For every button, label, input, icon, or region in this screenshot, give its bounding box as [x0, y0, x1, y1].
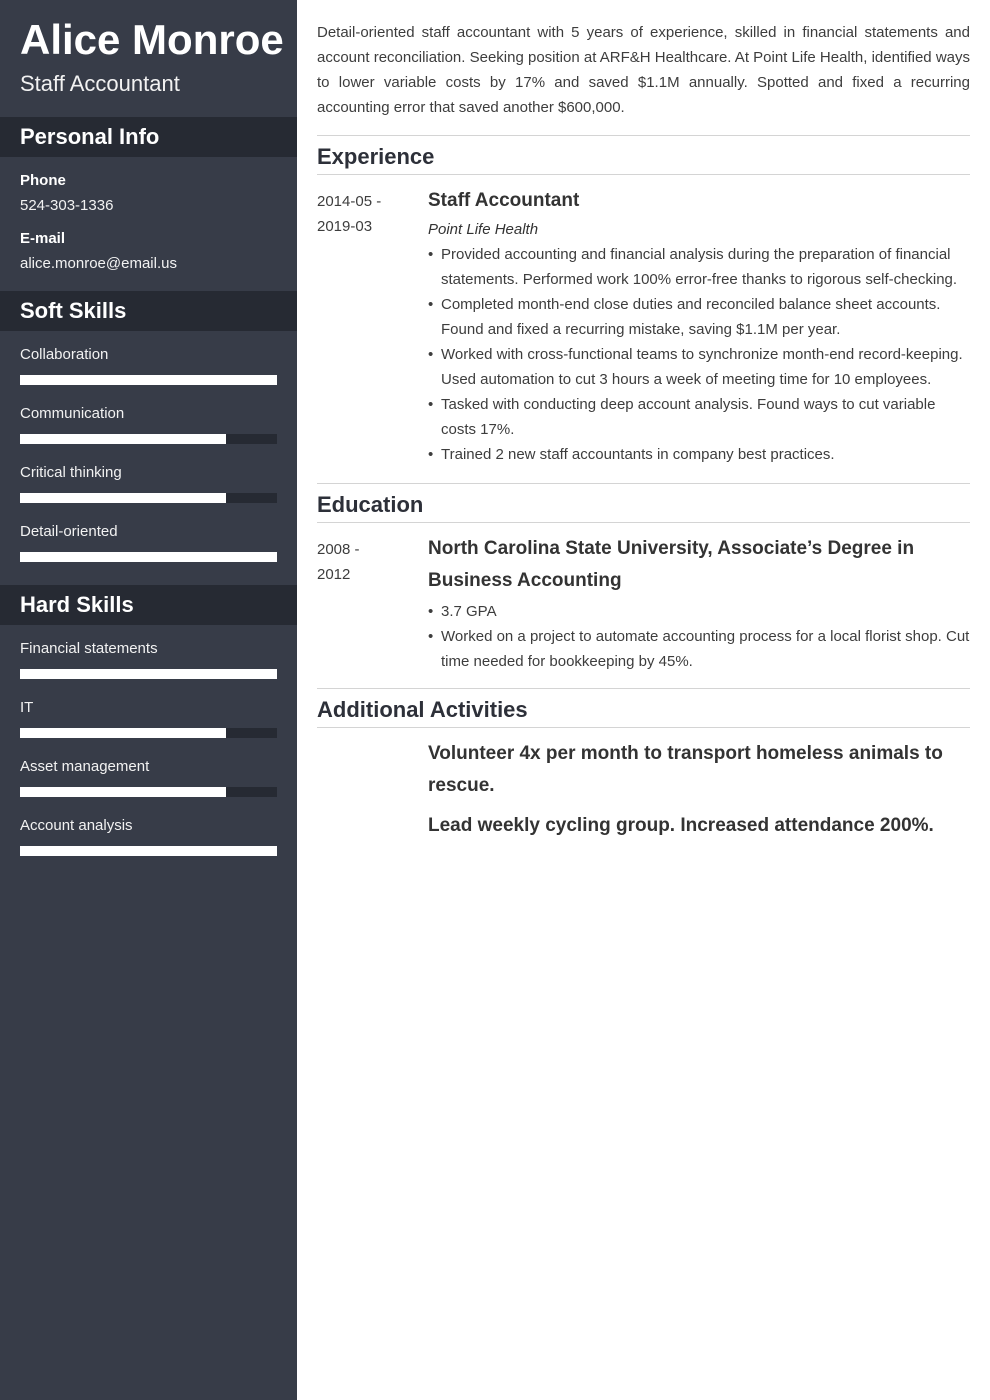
skill-level-fill	[20, 493, 226, 503]
date-end: 2019-03	[317, 218, 373, 235]
skill-level-fill	[20, 846, 277, 856]
skill-level-fill	[20, 787, 226, 797]
skill-level-fill	[20, 552, 277, 562]
soft-skills-heading-text: Soft Skills	[20, 298, 127, 323]
education-bullets: 3.7 GPA Worked on a project to automate …	[428, 599, 970, 674]
job-title: Staff Accountant	[428, 190, 580, 211]
skill-name: Asset management	[20, 758, 150, 775]
date-start: 2008 -	[317, 541, 360, 558]
degree-title: North Carolina State University, Associa…	[428, 538, 915, 591]
education-heading-text: Education	[317, 492, 424, 517]
skill-name: Critical thinking	[20, 464, 122, 481]
activity-item: Lead weekly cycling group. Increased att…	[428, 815, 934, 836]
hard-skills-heading-text: Hard Skills	[20, 592, 134, 617]
skill-name: IT	[20, 699, 34, 716]
skill-name: Detail-oriented	[20, 523, 118, 540]
activities-heading: Additional Activities	[317, 688, 970, 728]
skill-level-fill	[20, 434, 226, 444]
experience-bullets: Provided accounting and financial analys…	[428, 242, 970, 467]
experience-heading-text: Experience	[317, 144, 435, 169]
skill-level-fill	[20, 728, 226, 738]
skill-level-fill	[20, 669, 277, 679]
skill-level-bar	[20, 552, 277, 562]
skill-level-bar	[20, 728, 277, 738]
hard-skills-heading: Hard Skills	[0, 585, 297, 625]
skill-level-bar	[20, 846, 277, 856]
skill-level-bar	[20, 787, 277, 797]
bullet-item: 3.7 GPA	[428, 599, 970, 624]
skill-level-fill	[20, 375, 277, 385]
bullet-item: Worked with cross-functional teams to sy…	[428, 342, 970, 392]
education-date: 2008 - 2012	[317, 537, 417, 587]
skill-name: Communication	[20, 405, 125, 422]
bullet-item: Trained 2 new staff accountants in compa…	[428, 442, 970, 467]
candidate-name: Alice Monroe	[20, 16, 284, 63]
personal-info-heading-text: Personal Info	[20, 124, 160, 149]
date-start: 2014-05 -	[317, 193, 382, 210]
skill-level-bar	[20, 493, 277, 503]
activities-list: Volunteer 4x per month to transport home…	[428, 738, 970, 850]
skill-level-bar	[20, 375, 277, 385]
phone-label: Phone	[20, 172, 66, 189]
activity-item: Volunteer 4x per month to transport home…	[428, 743, 943, 796]
experience-date: 2014-05 - 2019-03	[317, 189, 417, 239]
skill-level-bar	[20, 669, 277, 679]
sidebar: Alice Monroe Staff Accountant Personal I…	[0, 0, 297, 1400]
bullet-item: Worked on a project to automate accounti…	[428, 624, 970, 674]
experience-entry: Staff Accountant Point Life Health Provi…	[428, 185, 970, 467]
email-value: alice.monroe@email.us	[20, 255, 177, 272]
skill-name: Financial statements	[20, 640, 158, 657]
personal-info-heading: Personal Info	[0, 117, 297, 157]
bullet-item: Completed month-end close duties and rec…	[428, 292, 970, 342]
education-entry: North Carolina State University, Associa…	[428, 533, 970, 674]
experience-heading: Experience	[317, 135, 970, 175]
bullet-item: Provided accounting and financial analys…	[428, 242, 970, 292]
activities-heading-text: Additional Activities	[317, 697, 528, 722]
company-name: Point Life Health	[428, 221, 539, 238]
soft-skills-heading: Soft Skills	[0, 291, 297, 331]
skill-name: Account analysis	[20, 817, 133, 834]
bullet-item: Tasked with conducting deep account anal…	[428, 392, 970, 442]
education-heading: Education	[317, 483, 970, 523]
candidate-title: Staff Accountant	[20, 71, 180, 96]
skill-name: Collaboration	[20, 346, 109, 363]
email-label: E-mail	[20, 230, 66, 247]
phone-value: 524-303-1336	[20, 197, 114, 214]
skill-level-bar	[20, 434, 277, 444]
date-end: 2012	[317, 566, 351, 583]
summary: Detail-oriented staff accountant with 5 …	[317, 24, 970, 116]
